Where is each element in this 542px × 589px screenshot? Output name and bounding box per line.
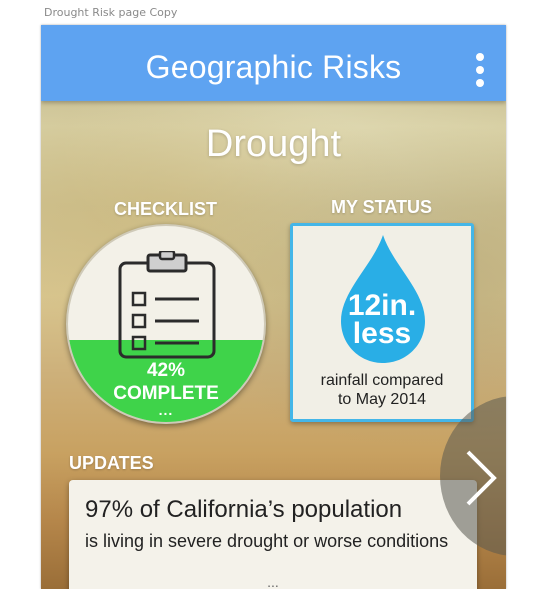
checklist-more: ...: [158, 402, 174, 418]
phone-screen: Geographic Risks Drought CHECKLIST MY ST…: [41, 25, 506, 589]
caption-line-1: rainfall compared: [320, 372, 444, 389]
updates-label: UPDATES: [69, 453, 154, 473]
app-bar: Geographic Risks: [41, 25, 506, 101]
app-title: Geographic Risks: [145, 49, 402, 85]
status-caption: rainfall compared to May 2014: [293, 371, 471, 409]
update-more: ...: [267, 574, 279, 589]
checklist-progress-text: 42% COMPLETE: [68, 359, 264, 405]
artboard-label: Drought Risk page Copy: [44, 6, 178, 19]
page-title: Drought: [205, 123, 342, 165]
my-status-label: MY STATUS: [331, 197, 433, 217]
update-card[interactable]: 97% of California’s population is living…: [69, 480, 477, 589]
caption-line-2: to May 2014: [337, 391, 427, 408]
clipboard-icon: [118, 251, 216, 359]
value-line-1: 12in.: [347, 289, 417, 322]
checklist-button[interactable]: 42% COMPLETE ...: [66, 224, 266, 424]
update-body: is living in severe drought or worse con…: [85, 531, 449, 551]
chevron-right-icon: [466, 450, 497, 506]
my-status-card[interactable]: 12in. less rainfall compared to May 2014: [290, 223, 474, 422]
percent-value: 42%: [146, 360, 186, 381]
update-headline: 97% of California’s population: [85, 496, 403, 523]
rainfall-deficit-value: 12in. less: [293, 289, 471, 350]
value-line-2: less: [352, 317, 412, 350]
checklist-label: CHECKLIST: [114, 199, 217, 219]
more-vertical-icon[interactable]: [473, 53, 485, 87]
